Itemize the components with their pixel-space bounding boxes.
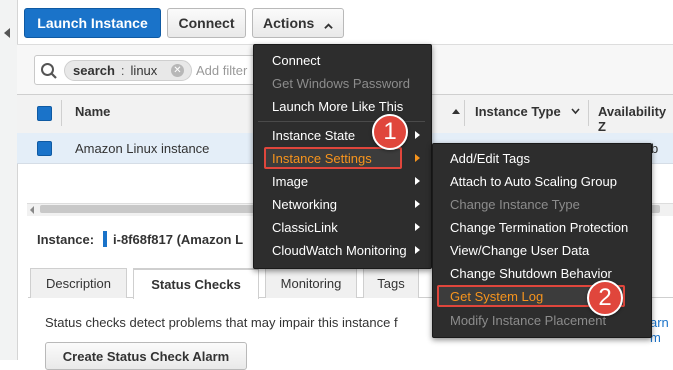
filter-chip[interactable]: search : linux ✕: [64, 60, 192, 81]
search-icon: [41, 63, 57, 79]
actions-label: Actions: [263, 15, 315, 31]
menu-item-get-windows-password: Get Windows Password: [272, 76, 410, 91]
caret-up-icon: [324, 22, 334, 29]
tab-description[interactable]: Description: [30, 268, 127, 298]
step-2-callout: 2: [587, 280, 623, 316]
column-divider: [464, 100, 465, 126]
tab-tags[interactable]: Tags: [363, 268, 419, 298]
submenu-item-attach-auto-scaling[interactable]: Attach to Auto Scaling Group: [450, 174, 617, 189]
sort-ascending-icon[interactable]: [452, 109, 460, 114]
left-rail: [0, 0, 18, 360]
column-header-name[interactable]: Name: [75, 104, 110, 119]
column-divider: [61, 100, 62, 126]
menu-item-launch-more-like-this[interactable]: Launch More Like This: [272, 99, 403, 114]
submenu-arrow-icon: [415, 154, 420, 162]
instance-id: i-8f68f817 (Amazon L: [113, 232, 244, 247]
status-description: Status checks detect problems that may i…: [45, 315, 398, 330]
chip-key: search: [73, 63, 115, 78]
submenu-arrow-icon: [415, 223, 420, 231]
submenu-item-change-termination-protection[interactable]: Change Termination Protection: [450, 220, 628, 235]
add-filter-placeholder[interactable]: Add filter: [196, 63, 247, 78]
remove-filter-icon[interactable]: ✕: [171, 64, 184, 77]
column-divider: [588, 100, 589, 126]
submenu-item-change-shutdown-behavior[interactable]: Change Shutdown Behavior: [450, 266, 612, 281]
menu-item-networking[interactable]: Networking: [272, 197, 337, 212]
connect-button[interactable]: Connect: [167, 8, 246, 38]
row-zone: b: [651, 141, 659, 156]
create-status-check-alarm-button[interactable]: Create Status Check Alarm: [45, 342, 247, 370]
menu-item-classiclink[interactable]: ClassicLink: [272, 220, 338, 235]
menu-item-instance-state[interactable]: Instance State: [272, 128, 355, 143]
row-checkbox[interactable]: [37, 141, 52, 156]
row-name: Amazon Linux instance: [75, 141, 210, 156]
chip-value: linux: [130, 63, 158, 78]
chevron-down-icon[interactable]: [571, 108, 580, 115]
menu-item-instance-settings[interactable]: Instance Settings: [272, 151, 372, 166]
learn-more-link[interactable]: arn m: [650, 315, 673, 345]
select-all-checkbox[interactable]: [37, 106, 52, 121]
submenu-item-view-change-user-data[interactable]: View/Change User Data: [450, 243, 589, 258]
column-header-instance-type[interactable]: Instance Type: [475, 104, 561, 119]
menu-item-image[interactable]: Image: [272, 174, 308, 189]
instance-label: Instance:: [37, 232, 95, 247]
chip-separator: :: [120, 63, 125, 78]
collapse-left-icon[interactable]: [4, 28, 10, 38]
tab-monitoring[interactable]: Monitoring: [265, 268, 357, 298]
submenu-item-get-system-log[interactable]: Get System Log: [450, 289, 543, 304]
submenu-arrow-icon: [415, 246, 420, 254]
submenu-item-change-instance-type: Change Instance Type: [450, 197, 580, 212]
actions-button[interactable]: Actions: [252, 8, 344, 38]
instance-marker: [103, 231, 107, 247]
step-1-callout: 1: [372, 114, 408, 150]
submenu-arrow-icon: [415, 177, 420, 185]
scroll-left-icon[interactable]: [30, 206, 34, 214]
menu-item-cloudwatch-monitoring[interactable]: CloudWatch Monitoring: [272, 243, 407, 258]
submenu-arrow-icon: [415, 131, 420, 139]
column-header-availability-zone[interactable]: Availability Z: [598, 104, 673, 134]
launch-instance-button[interactable]: Launch Instance: [24, 8, 161, 38]
submenu-item-modify-instance-placement: Modify Instance Placement: [450, 313, 607, 328]
menu-item-connect[interactable]: Connect: [272, 53, 320, 68]
tab-status-checks[interactable]: Status Checks: [133, 268, 259, 299]
submenu-arrow-icon: [415, 200, 420, 208]
submenu-item-add-edit-tags[interactable]: Add/Edit Tags: [450, 151, 530, 166]
